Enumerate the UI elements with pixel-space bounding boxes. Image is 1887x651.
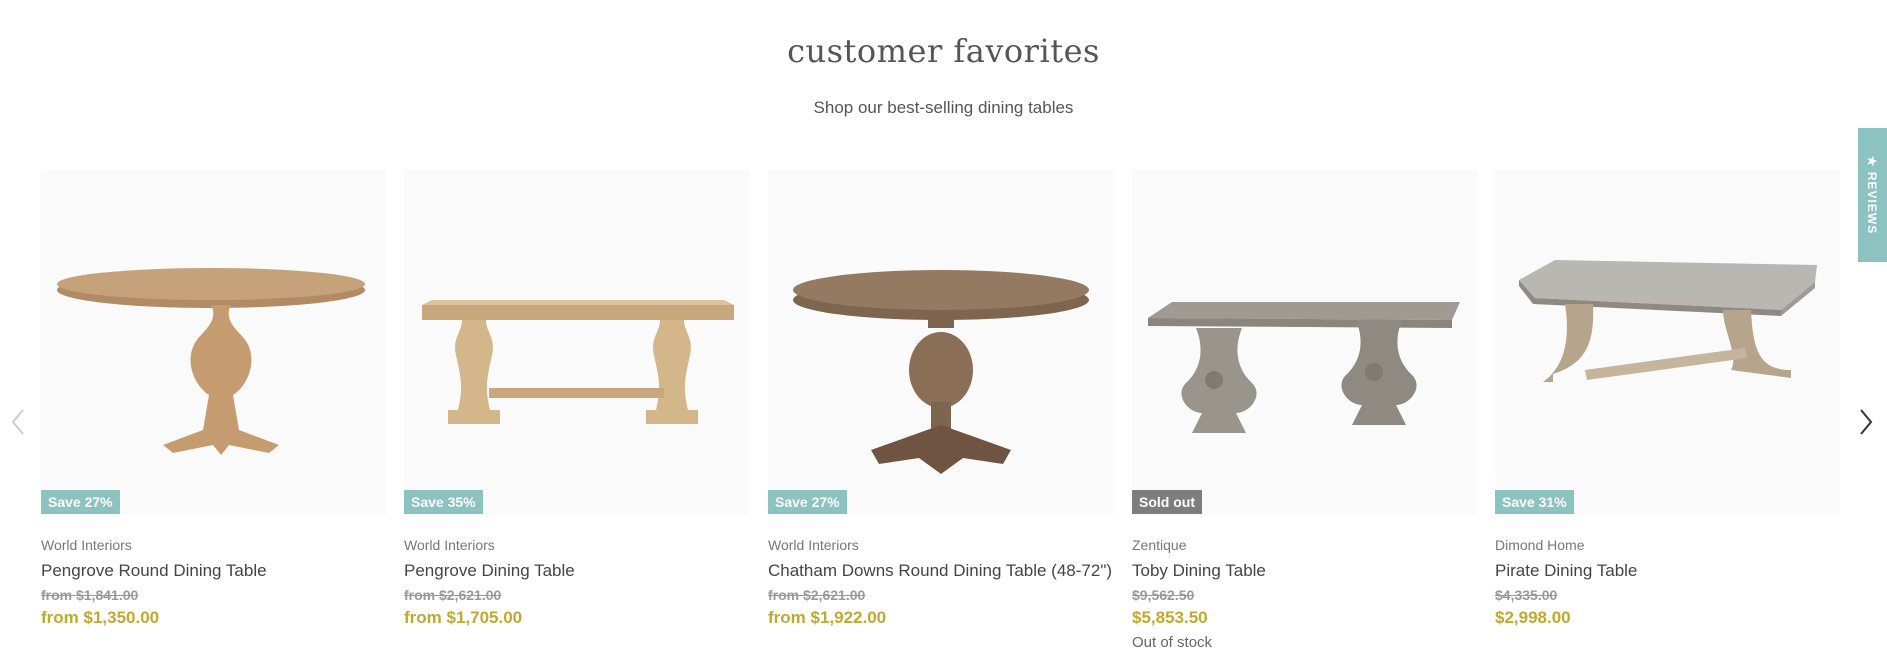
product-name[interactable]: Pengrove Dining Table bbox=[404, 559, 749, 583]
rectangular-table-image bbox=[422, 300, 734, 424]
chevron-right-icon bbox=[1860, 409, 1873, 435]
product-vendor[interactable]: Zentique bbox=[1132, 537, 1477, 553]
sale-badge: Save 35% bbox=[404, 490, 483, 514]
sale-price: from $1,350.00 bbox=[41, 608, 160, 627]
compare-price: from $2,621.00 bbox=[404, 587, 502, 603]
sold-out-badge: Sold out bbox=[1132, 490, 1202, 514]
carousel-prev-button[interactable] bbox=[6, 404, 30, 440]
sale-price: from $1,705.00 bbox=[404, 608, 523, 627]
product-name[interactable]: Toby Dining Table bbox=[1132, 559, 1477, 583]
product-name[interactable]: Chatham Downs Round Dining Table (48-72"… bbox=[768, 559, 1113, 583]
stock-status: Out of stock bbox=[1132, 634, 1213, 651]
sale-badge: Save 27% bbox=[768, 490, 847, 514]
compare-price: from $2,621.00 bbox=[768, 587, 866, 603]
sale-badge: Save 27% bbox=[41, 490, 120, 514]
product-card[interactable]: Save 27% World Interiors Pengrove Round … bbox=[41, 170, 386, 628]
product-image[interactable]: Save 35% bbox=[404, 170, 749, 515]
product-card[interactable]: Save 27% World Interiors Chatham Downs R… bbox=[768, 170, 1113, 628]
product-image[interactable]: Save 27% bbox=[768, 170, 1113, 515]
product-vendor[interactable]: World Interiors bbox=[404, 537, 749, 553]
product-name[interactable]: Pengrove Round Dining Table bbox=[41, 559, 386, 583]
chevron-left-icon bbox=[11, 409, 24, 435]
sale-price: $5,853.50 bbox=[1132, 608, 1208, 627]
trestle-table-image bbox=[1519, 260, 1817, 382]
scroll-leg-table-image bbox=[1148, 302, 1460, 433]
reviews-tab-label: ★ REVIEWS bbox=[1865, 155, 1880, 235]
product-image[interactable]: Save 27% bbox=[41, 170, 386, 515]
reviews-tab[interactable]: ★ REVIEWS bbox=[1858, 128, 1887, 262]
product-name[interactable]: Pirate Dining Table bbox=[1495, 559, 1840, 583]
sale-price: $2,998.00 bbox=[1495, 608, 1571, 627]
round-table-image bbox=[57, 268, 365, 455]
sale-badge: Save 31% bbox=[1495, 490, 1574, 514]
compare-price: $4,335.00 bbox=[1495, 587, 1558, 603]
product-card[interactable]: Save 31% Dimond Home Pirate Dining Table… bbox=[1495, 170, 1840, 628]
carousel-next-button[interactable] bbox=[1854, 404, 1878, 440]
compare-price: from $1,841.00 bbox=[41, 587, 139, 603]
compare-price: $9,562.50 bbox=[1132, 587, 1195, 603]
product-image[interactable]: Sold out bbox=[1132, 170, 1477, 515]
sale-price: from $1,922.00 bbox=[768, 608, 887, 627]
product-card[interactable]: Sold out Zentique Toby Dining Table $9,5… bbox=[1132, 170, 1477, 651]
product-vendor[interactable]: World Interiors bbox=[768, 537, 1113, 553]
round-pedestal-table-image bbox=[793, 270, 1089, 474]
section-subtitle: Shop our best-selling dining tables bbox=[813, 98, 1074, 117]
section-title: customer favorites bbox=[787, 32, 1100, 70]
product-card[interactable]: Save 35% World Interiors Pengrove Dining… bbox=[404, 170, 749, 628]
product-image[interactable]: Save 31% bbox=[1495, 170, 1840, 515]
product-vendor[interactable]: Dimond Home bbox=[1495, 537, 1840, 553]
product-vendor[interactable]: World Interiors bbox=[41, 537, 386, 553]
